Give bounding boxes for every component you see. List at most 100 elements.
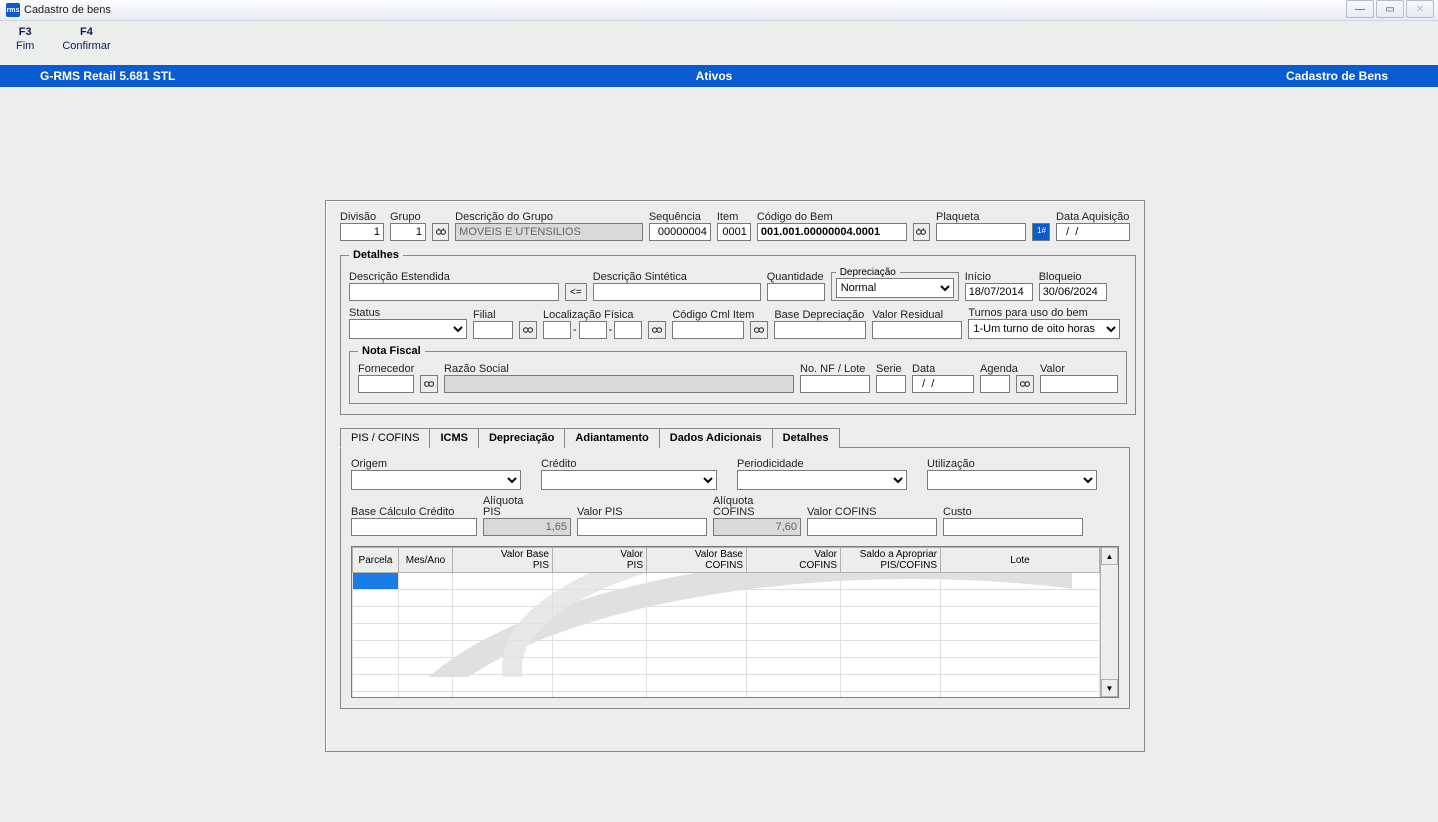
sequencia-label: Sequência <box>649 211 711 223</box>
scroll-up-icon[interactable]: ▲ <box>1101 547 1118 565</box>
nf-data-label: Data <box>912 363 974 375</box>
plaqueta-gen-button[interactable]: 1# <box>1032 223 1050 241</box>
tab-icms[interactable]: ICMS <box>429 428 479 448</box>
grid-scrollbar[interactable]: ▲ ▼ <box>1100 547 1118 697</box>
nf-data-input[interactable] <box>912 375 974 393</box>
credito-select[interactable] <box>541 470 717 490</box>
turnos-select[interactable]: 1-Um turno de oito horas <box>968 319 1120 339</box>
grid-row[interactable] <box>353 658 1100 675</box>
valorcof-input[interactable] <box>807 518 937 536</box>
filial-label: Filial <box>473 309 513 321</box>
copy-desc-button[interactable]: <= <box>565 283 587 301</box>
grid-row[interactable] <box>353 590 1100 607</box>
valorpis-label: Valor PIS <box>577 506 707 518</box>
descsin-label: Descrição Sintética <box>593 271 761 283</box>
codbem-lookup-icon[interactable] <box>913 223 930 241</box>
valorpis-input[interactable] <box>577 518 707 536</box>
menu-fim-shortcut: F3 <box>19 25 32 39</box>
tab-body-pis: Origem Crédito Periodicidade Utilização <box>340 448 1130 709</box>
utilizacao-select[interactable] <box>927 470 1097 490</box>
tab-pis-cofins[interactable]: PIS / COFINS <box>340 428 430 448</box>
serie-input[interactable] <box>876 375 906 393</box>
descest-input[interactable] <box>349 283 559 301</box>
aliqpis-input <box>483 518 571 536</box>
qtd-input[interactable] <box>767 283 825 301</box>
agenda-label: Agenda <box>980 363 1010 375</box>
valorcof-label: Valor COFINS <box>807 506 937 518</box>
close-button[interactable]: ✕ <box>1406 0 1434 18</box>
grid-row[interactable] <box>353 607 1100 624</box>
divisao-label: Divisão <box>340 211 384 223</box>
plaqueta-input[interactable] <box>936 223 1026 241</box>
basedep-label: Base Depreciação <box>774 309 866 321</box>
sequencia-input[interactable] <box>649 223 711 241</box>
dataaq-input[interactable] <box>1056 223 1130 241</box>
item-input[interactable] <box>717 223 751 241</box>
codbem-input[interactable] <box>757 223 907 241</box>
menu-confirmar[interactable]: F4 Confirmar <box>62 25 110 65</box>
basedep-input[interactable] <box>774 321 866 339</box>
basecalc-input[interactable] <box>351 518 477 536</box>
grid-row[interactable] <box>353 573 1100 590</box>
fornecedor-lookup-icon[interactable] <box>420 375 438 393</box>
inicio-input[interactable] <box>965 283 1033 301</box>
tab-depreciacao[interactable]: Depreciação <box>478 428 565 448</box>
scroll-down-icon[interactable]: ▼ <box>1101 679 1118 697</box>
origem-select[interactable] <box>351 470 521 490</box>
filial-input[interactable] <box>473 321 513 339</box>
periodicidade-label: Periodicidade <box>737 458 907 470</box>
maximize-button[interactable]: ▭ <box>1376 0 1404 18</box>
minimize-button[interactable]: — <box>1346 0 1374 18</box>
header-left: G-RMS Retail 5.681 STL <box>0 69 280 83</box>
agenda-lookup-icon[interactable] <box>1016 375 1034 393</box>
window-title: Cadastro de bens <box>24 4 111 16</box>
descsin-input[interactable] <box>593 283 761 301</box>
custo-input[interactable] <box>943 518 1083 536</box>
grupo-lookup-icon[interactable] <box>432 223 449 241</box>
menu-confirmar-label: Confirmar <box>62 39 110 53</box>
aliqcof-label: AlíquotaCOFINS <box>713 496 801 518</box>
depreciacao-select[interactable]: Normal <box>836 278 954 298</box>
fornecedor-input[interactable] <box>358 375 414 393</box>
aliqpis-label: AlíquotaPIS <box>483 496 571 518</box>
tab-dados-adicionais[interactable]: Dados Adicionais <box>659 428 773 448</box>
depreciacao-legend: Depreciação <box>836 267 900 278</box>
locfis-b-input[interactable] <box>579 321 607 339</box>
fornecedor-label: Fornecedor <box>358 363 414 375</box>
grupo-input[interactable] <box>390 223 426 241</box>
filial-lookup-icon[interactable] <box>519 321 537 339</box>
nf-legend: Nota Fiscal <box>358 345 425 357</box>
grid-row[interactable] <box>353 675 1100 692</box>
header-bar: G-RMS Retail 5.681 STL Ativos Cadastro d… <box>0 65 1438 87</box>
locfis-lookup-icon[interactable] <box>648 321 666 339</box>
nflote-label: No. NF / Lote <box>800 363 870 375</box>
periodicidade-select[interactable] <box>737 470 907 490</box>
tab-adiantamento[interactable]: Adiantamento <box>564 428 659 448</box>
locfis-a-input[interactable] <box>543 321 571 339</box>
grid-row[interactable] <box>353 641 1100 658</box>
serie-label: Serie <box>876 363 906 375</box>
basecalc-label: Base Cálculo Crédito <box>351 506 477 518</box>
nf-valor-input[interactable] <box>1040 375 1118 393</box>
grid-h-vbpis: Valor BasePIS <box>453 548 553 573</box>
agenda-input[interactable] <box>980 375 1010 393</box>
grid-row[interactable] <box>353 692 1100 698</box>
locfis-c-input[interactable] <box>614 321 642 339</box>
divisao-input[interactable] <box>340 223 384 241</box>
menu-fim[interactable]: F3 Fim <box>16 25 34 65</box>
codcml-input[interactable] <box>672 321 744 339</box>
tabs: PIS / COFINS ICMS Depreciação Adiantamen… <box>340 427 1130 448</box>
tab-detalhes[interactable]: Detalhes <box>772 428 840 448</box>
grid-h-vcof: ValorCOFINS <box>747 548 841 573</box>
dataaq-label: Data Aquisição <box>1056 211 1130 223</box>
nf-valor-label: Valor <box>1040 363 1118 375</box>
razao-input <box>444 375 794 393</box>
vresid-input[interactable] <box>872 321 962 339</box>
nflote-input[interactable] <box>800 375 870 393</box>
codcml-lookup-icon[interactable] <box>750 321 768 339</box>
bloqueio-input[interactable] <box>1039 283 1107 301</box>
menu-fim-label: Fim <box>16 39 34 53</box>
status-select[interactable] <box>349 319 467 339</box>
utilizacao-label: Utilização <box>927 458 1097 470</box>
grid-row[interactable] <box>353 624 1100 641</box>
